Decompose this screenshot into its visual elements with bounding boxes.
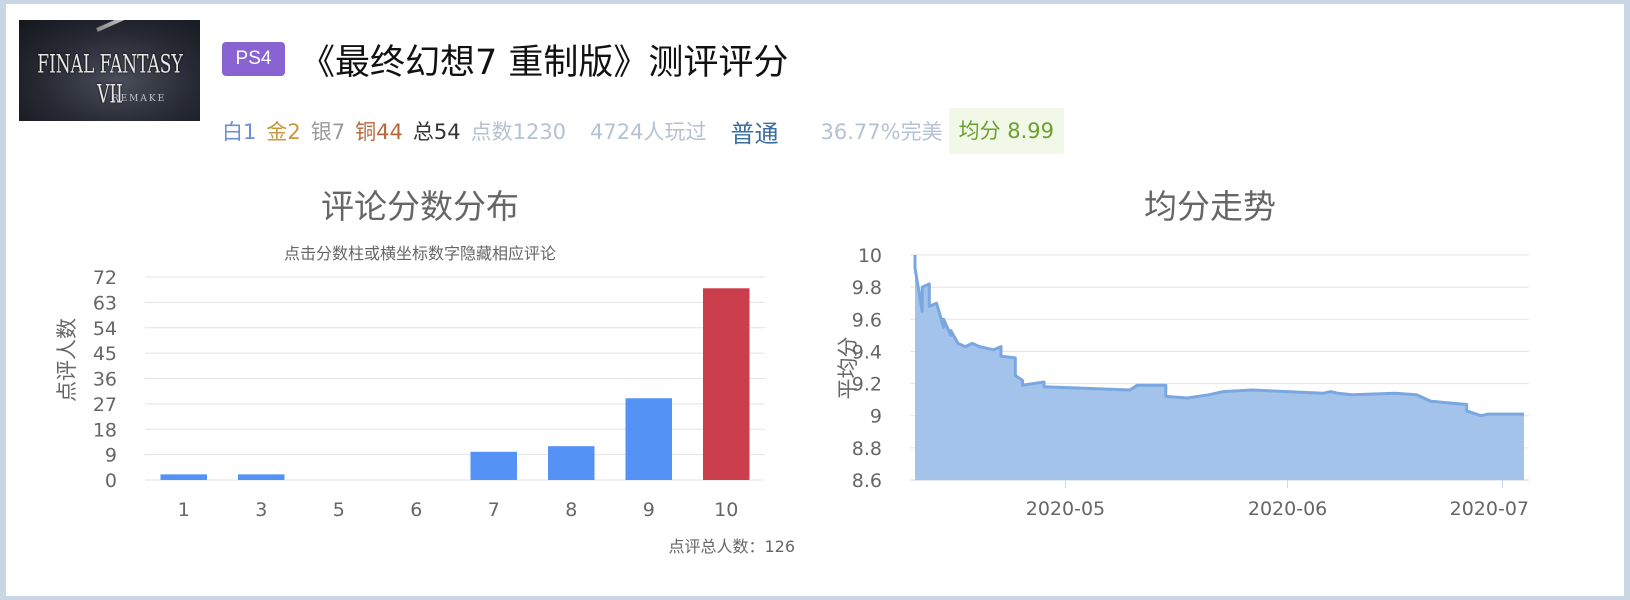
player-count: 4724人玩过 — [590, 120, 707, 144]
bar-chart-xtick-label[interactable]: 10 — [714, 499, 738, 521]
game-cover-image[interactable]: FINAL FANTASY VII REMAKE — [19, 20, 200, 121]
difficulty-label: 普通 — [730, 119, 779, 148]
bar-chart-ytick-label: 36 — [93, 369, 117, 391]
trophy-stats-row: 白1 金2 银7 铜44 总54 点数1230 4724人玩过 普通 36.77… — [222, 108, 1074, 154]
bar-chart-ytick-label: 18 — [93, 419, 117, 441]
bar-chart-xtick-label[interactable]: 5 — [333, 499, 345, 521]
page-title: 《最终幻想7 重制版》测评评分 — [300, 43, 789, 83]
bar-chart-ytick-label: 0 — [105, 470, 117, 492]
area-chart-xtick-label: 2020-05 — [1026, 498, 1105, 520]
bar-chart-ylabel: 点评人数 — [55, 318, 79, 402]
trophy-points: 点数1230 — [470, 120, 567, 144]
area-chart-ytick-label: 9.2 — [852, 374, 882, 396]
area-chart-ytick-label: 8.8 — [852, 438, 882, 460]
area-chart-xtick-label: 2020-06 — [1248, 498, 1327, 520]
area-chart-ytick-label: 9.6 — [852, 309, 882, 331]
bar-chart-xtick-label[interactable]: 6 — [410, 499, 422, 521]
silver-trophy-count: 银7 — [310, 120, 346, 144]
platinum-trophy-count: 白1 — [222, 120, 257, 144]
area-chart-ytick-label: 9.8 — [852, 277, 882, 299]
bar-chart-xtick-label[interactable]: 3 — [255, 499, 267, 521]
area-chart-ytick-label: 10 — [858, 245, 882, 267]
bar-chart-ytick-label: 63 — [93, 292, 117, 314]
bar-chart-title: 评论分数分布 — [321, 187, 519, 226]
bar-chart-xtick-label[interactable]: 7 — [488, 499, 500, 521]
average-trend-chart[interactable]: 平均分 109.89.69.49.298.88.6 2020-05 2020-06… — [830, 240, 1620, 540]
bar-chart-xtick-label[interactable]: 8 — [565, 499, 577, 521]
perfect-rate: 36.77%完美 — [820, 120, 943, 144]
bar-chart-subtitle: 点击分数柱或横坐标数字隐藏相应评论 — [283, 244, 556, 263]
area-chart-ytick-label: 8.6 — [852, 470, 882, 492]
score-bar-7[interactable] — [470, 451, 518, 480]
bar-chart-ytick-label: 45 — [93, 343, 117, 365]
bar-chart-ytick-label: 72 — [93, 267, 117, 289]
average-score-badge: 均分 8.99 — [948, 108, 1065, 154]
score-bar-3[interactable] — [238, 474, 285, 480]
bar-chart-ytick-label: 9 — [105, 445, 117, 467]
area-chart-title: 均分走势 — [1144, 187, 1276, 226]
area-chart-ytick-label: 9.4 — [852, 341, 882, 363]
score-bar-1[interactable] — [160, 474, 208, 480]
platform-badge: PS4 — [222, 42, 285, 76]
bar-chart-footnote: 点评总人数：126 — [668, 537, 795, 556]
gold-trophy-count: 金2 — [266, 120, 301, 144]
total-trophy-count: 总54 — [412, 120, 461, 144]
area-chart-ytick-label: 9 — [870, 406, 882, 428]
bar-chart-ytick-label: 54 — [93, 318, 117, 340]
bar-chart-xtick-label[interactable]: 1 — [178, 499, 190, 521]
score-distribution-chart[interactable]: 点评人数 0 9 18 27 36 45 54 63 72 1 3 5 6 7 8 9 10 点评总人数：12… — [40, 262, 830, 592]
sword-graphic — [96, 20, 190, 32]
cover-logo-subtitle: REMAKE — [111, 94, 167, 104]
bar-chart-ytick-label: 27 — [93, 394, 117, 416]
score-bar-9[interactable] — [625, 398, 673, 480]
average-trend-area — [915, 255, 1524, 480]
bronze-trophy-count: 铜44 — [355, 120, 403, 144]
score-bar-8[interactable] — [548, 446, 595, 480]
area-chart-xtick-label: 2020-07 — [1450, 498, 1529, 520]
score-bar-10[interactable] — [703, 288, 750, 480]
bar-chart-xtick-label[interactable]: 9 — [643, 499, 655, 521]
